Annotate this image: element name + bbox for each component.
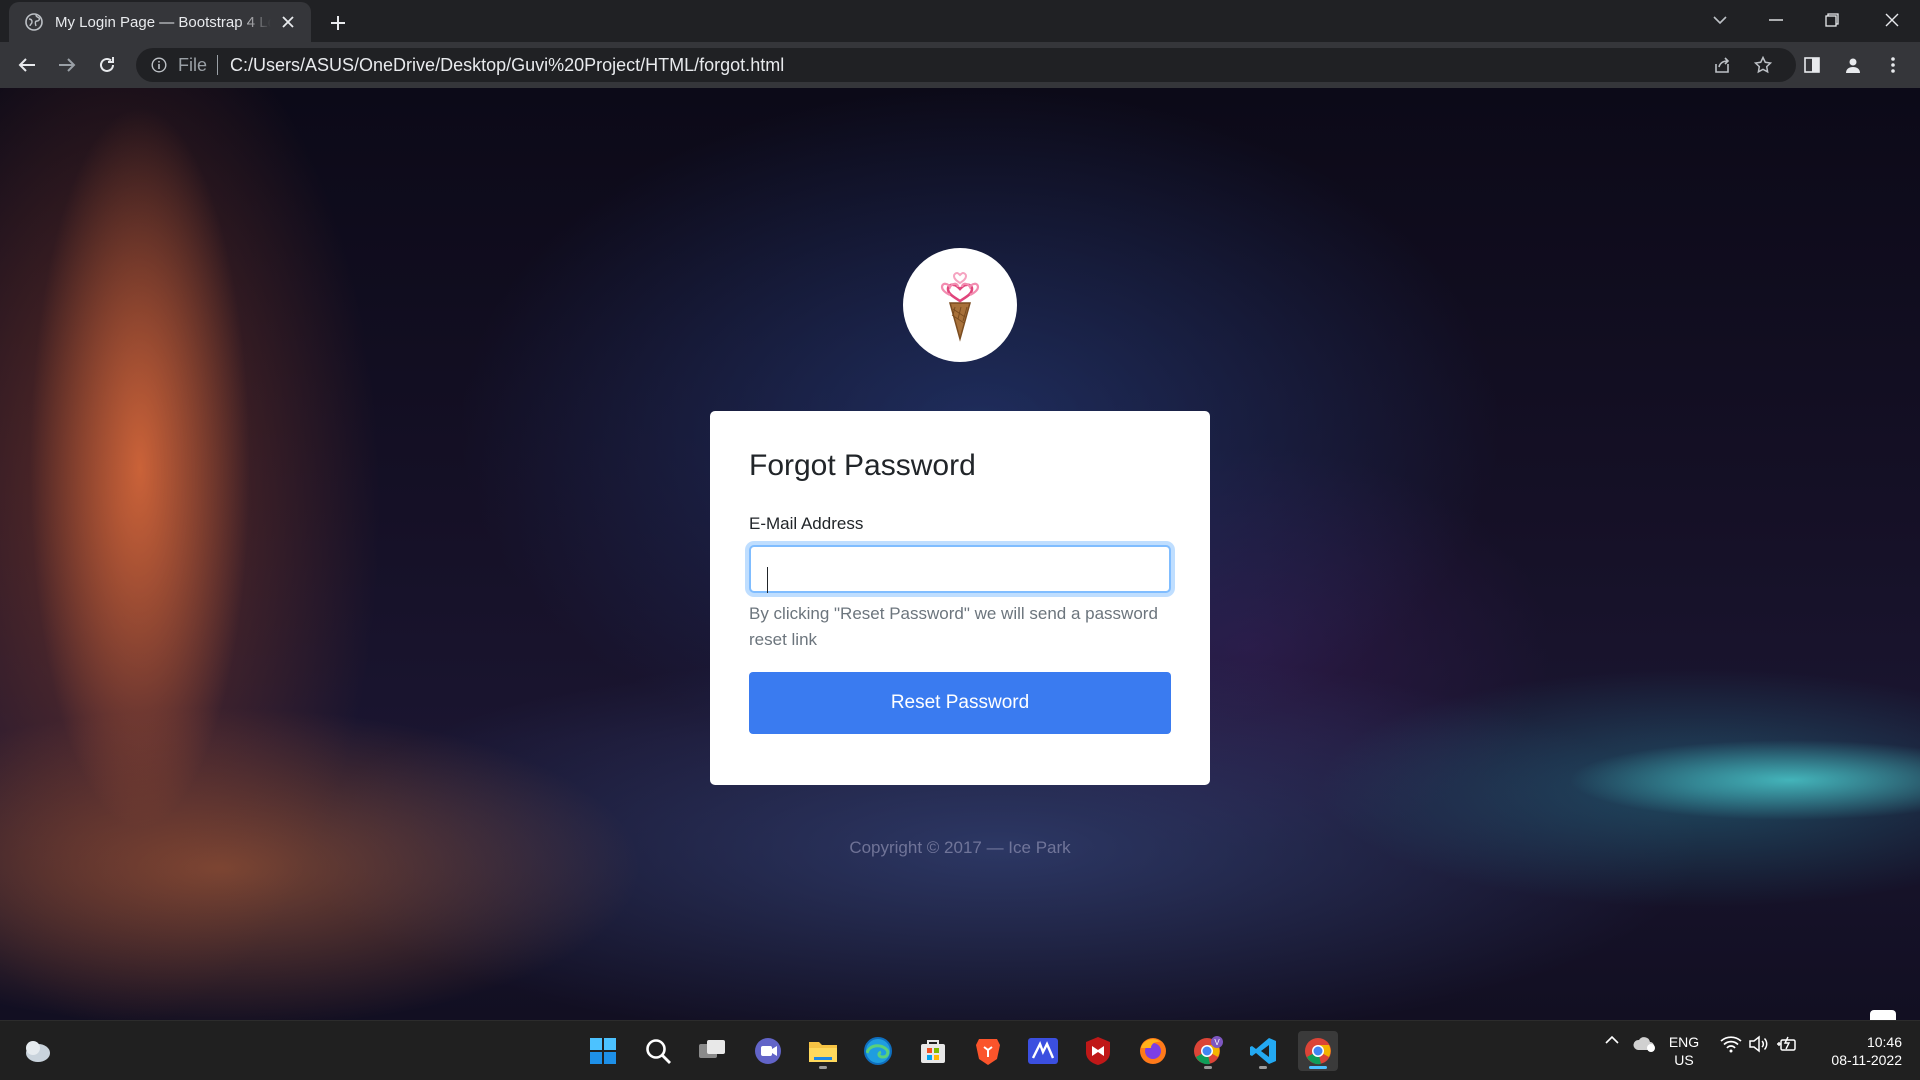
app-icon[interactable]	[1023, 1031, 1063, 1071]
start-icon[interactable]	[583, 1031, 623, 1071]
reload-icon[interactable]	[92, 50, 122, 80]
taskbar: V ENG US 10:46 08-11-2022	[0, 1020, 1920, 1080]
ice-cream-logo	[903, 248, 1017, 362]
running-indicator	[1204, 1066, 1212, 1069]
floating-tab[interactable]	[1870, 1010, 1896, 1020]
chrome-icon[interactable]	[1298, 1031, 1338, 1071]
profile-icon[interactable]	[1838, 50, 1868, 80]
browser-tab-strip: My Login Page — Bootstrap 4 Login Page S…	[0, 0, 1920, 42]
chat-icon[interactable]	[748, 1031, 788, 1071]
mcafee-icon[interactable]	[1078, 1031, 1118, 1071]
language-indicator[interactable]: ENG US	[1668, 1033, 1700, 1069]
forward-icon[interactable]	[52, 50, 82, 80]
minimize-icon[interactable]	[1748, 0, 1804, 40]
show-hidden-icons-chevron-icon[interactable]	[1602, 1035, 1622, 1045]
language-line2: US	[1674, 1052, 1694, 1068]
vscode-icon[interactable]	[1243, 1031, 1283, 1071]
widgets-icon[interactable]	[17, 1031, 57, 1071]
svg-text:V: V	[1214, 1038, 1220, 1047]
restore-icon[interactable]	[1804, 0, 1860, 40]
url-separator	[217, 55, 219, 75]
address-bar[interactable]: File C:/Users/ASUS/OneDrive/Desktop/Guvi…	[136, 48, 1796, 82]
brave-icon[interactable]	[968, 1031, 1008, 1071]
tab-title: My Login Page — Bootstrap 4 Login Page S…	[55, 13, 271, 31]
new-tab-icon[interactable]	[324, 9, 352, 37]
edge-icon[interactable]	[858, 1031, 898, 1071]
clock-date: 08-11-2022	[1831, 1052, 1902, 1068]
running-indicator	[819, 1066, 827, 1069]
search-icon[interactable]	[638, 1031, 678, 1071]
wifi-icon[interactable]	[1718, 1035, 1744, 1053]
close-window-icon[interactable]	[1864, 0, 1920, 40]
running-indicator	[1259, 1066, 1267, 1069]
text-caret	[767, 567, 768, 593]
url-text[interactable]: C:/Users/ASUS/OneDrive/Desktop/Guvi%20Pr…	[230, 55, 784, 76]
task-view-icon[interactable]	[693, 1031, 733, 1071]
ice-cream-icon	[940, 271, 980, 342]
battery-charging-icon[interactable]	[1774, 1035, 1800, 1053]
side-panel-icon[interactable]	[1797, 50, 1827, 80]
share-icon[interactable]	[1707, 50, 1737, 80]
reset-password-button[interactable]: Reset Password	[749, 672, 1171, 734]
active-indicator	[1309, 1066, 1327, 1069]
help-text: By clicking "Reset Password" we will sen…	[749, 604, 1158, 649]
system-clock[interactable]: 10:46 08-11-2022	[1816, 1033, 1902, 1069]
info-icon[interactable]	[150, 56, 168, 74]
firefox-icon[interactable]	[1133, 1031, 1173, 1071]
browser-tab[interactable]: My Login Page — Bootstrap 4 Login Page S…	[9, 2, 311, 42]
page-viewport: Forgot Password E-Mail Address By clicki…	[0, 88, 1920, 1020]
tab-search-chevron-icon[interactable]	[1692, 0, 1748, 40]
onedrive-cloud-icon[interactable]	[1630, 1035, 1658, 1053]
bookmark-star-icon[interactable]	[1748, 50, 1778, 80]
copyright-footer: Copyright © 2017 — Ice Park	[849, 838, 1071, 857]
store-icon[interactable]	[913, 1031, 953, 1071]
browser-toolbar: File C:/Users/ASUS/OneDrive/Desktop/Guvi…	[0, 42, 1920, 88]
email-input[interactable]	[749, 545, 1171, 593]
language-line1: ENG	[1668, 1034, 1700, 1050]
volume-icon[interactable]	[1746, 1035, 1770, 1053]
more-menu-icon[interactable]	[1878, 50, 1908, 80]
chrome-profile-icon[interactable]: V	[1188, 1031, 1228, 1071]
file-explorer-icon[interactable]	[803, 1031, 843, 1071]
url-scheme: File	[178, 54, 208, 75]
forgot-password-card: Forgot Password E-Mail Address By clicki…	[710, 411, 1210, 785]
tab-close-icon[interactable]	[277, 11, 299, 33]
clock-time: 10:46	[1866, 1034, 1902, 1050]
card-title: Forgot Password	[749, 449, 976, 482]
email-label: E-Mail Address	[749, 514, 864, 533]
globe-icon	[25, 13, 43, 31]
back-icon[interactable]	[12, 50, 42, 80]
